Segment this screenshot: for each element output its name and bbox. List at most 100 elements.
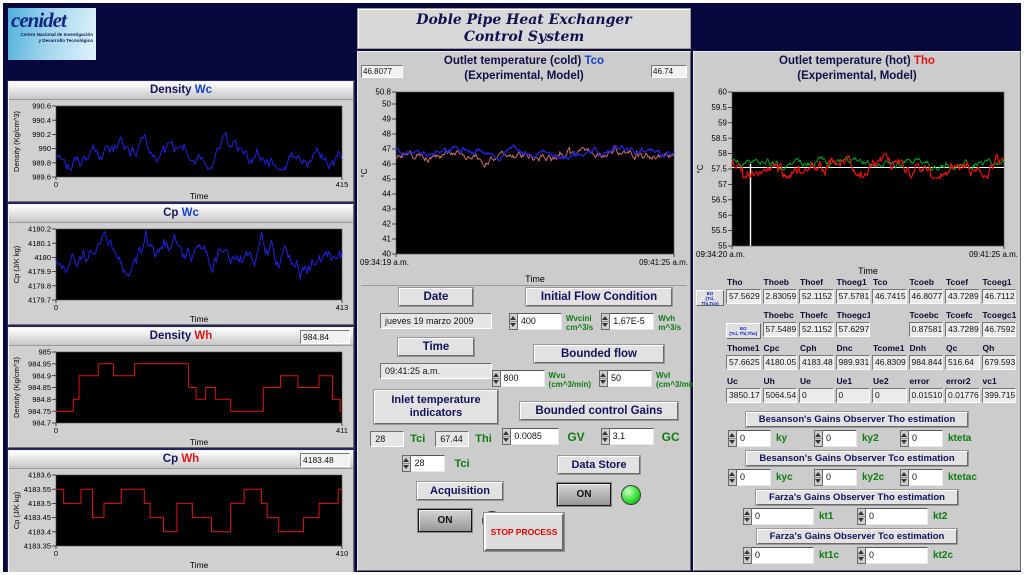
- spinner-value[interactable]: 0: [752, 508, 814, 525]
- ky2c-spinner[interactable]: 0: [814, 469, 857, 486]
- decrement-arrow-icon[interactable]: [858, 556, 865, 563]
- decrement-arrow-icon[interactable]: [901, 439, 908, 446]
- spinner-arrows[interactable]: [601, 313, 610, 330]
- spinner-value[interactable]: 0: [909, 469, 943, 486]
- spinner-arrows[interactable]: [728, 469, 737, 486]
- wvl-spinner[interactable]: 50: [599, 370, 652, 387]
- spinner-arrows[interactable]: [728, 430, 737, 447]
- decrement-arrow-icon[interactable]: [602, 437, 609, 444]
- svg-text:990: 990: [38, 144, 51, 153]
- increment-arrow-icon[interactable]: [901, 470, 908, 478]
- svg-text:Time: Time: [525, 274, 545, 284]
- spinner-value[interactable]: 0: [752, 547, 814, 564]
- spinner-value[interactable]: 0.0085: [511, 428, 559, 445]
- spinner-arrows[interactable]: [402, 455, 411, 472]
- kteta-spinner[interactable]: 0: [900, 430, 943, 447]
- decrement-arrow-icon[interactable]: [744, 556, 751, 563]
- increment-arrow-icon[interactable]: [602, 314, 609, 322]
- observer-title-farza-tho[interactable]: Farza's Gains Observer Tho estimation: [756, 490, 958, 505]
- increment-arrow-icon[interactable]: [600, 371, 607, 379]
- increment-arrow-icon[interactable]: [503, 429, 510, 437]
- spinner-value[interactable]: 50: [608, 370, 652, 387]
- kt2c-spinner[interactable]: 0: [857, 547, 928, 564]
- spinner-value[interactable]: 400: [518, 313, 562, 330]
- datastore-on-button[interactable]: ON: [557, 483, 611, 506]
- decrement-arrow-icon[interactable]: [744, 517, 751, 524]
- spinner-arrows[interactable]: [509, 313, 518, 330]
- spinner-arrows[interactable]: [814, 469, 823, 486]
- spinner-arrows[interactable]: [743, 508, 752, 525]
- increment-arrow-icon[interactable]: [858, 548, 865, 556]
- spinner-arrows[interactable]: [857, 547, 866, 564]
- spinner-arrows[interactable]: [599, 370, 608, 387]
- decrement-arrow-icon[interactable]: [729, 478, 736, 485]
- wvu-spinner[interactable]: 800: [492, 370, 545, 387]
- decrement-arrow-icon[interactable]: [901, 478, 908, 485]
- spinner-arrows[interactable]: [900, 469, 909, 486]
- increment-arrow-icon[interactable]: [744, 509, 751, 517]
- spinner-value[interactable]: 0: [866, 547, 928, 564]
- increment-arrow-icon[interactable]: [901, 431, 908, 439]
- eo-button[interactable]: EO(Tci, Thi,Tco): [696, 290, 724, 306]
- increment-arrow-icon[interactable]: [729, 470, 736, 478]
- increment-arrow-icon[interactable]: [815, 431, 822, 439]
- decrement-arrow-icon[interactable]: [815, 439, 822, 446]
- spinner-value[interactable]: 0: [823, 469, 857, 486]
- decrement-arrow-icon[interactable]: [600, 379, 607, 386]
- cp-wh-panel: 4183.48 Cp Wh 4183.64183.554183.54183.45…: [8, 450, 354, 573]
- spinner-arrows[interactable]: [814, 430, 823, 447]
- increment-arrow-icon[interactable]: [602, 429, 609, 437]
- decrement-arrow-icon[interactable]: [602, 322, 609, 329]
- increment-arrow-icon[interactable]: [403, 456, 410, 464]
- eo-button[interactable]: EO(Tci, Thi,Tho): [726, 323, 761, 339]
- kt1-spinner[interactable]: 0: [743, 508, 814, 525]
- kyc-spinner[interactable]: 0: [728, 469, 771, 486]
- decrement-arrow-icon[interactable]: [510, 322, 517, 329]
- kt1c-spinner[interactable]: 0: [743, 547, 814, 564]
- tci-setpoint-spinner[interactable]: 28: [402, 455, 445, 472]
- increment-arrow-icon[interactable]: [744, 548, 751, 556]
- decrement-arrow-icon[interactable]: [493, 379, 500, 386]
- spinner-value[interactable]: 0: [737, 430, 771, 447]
- spinner-value[interactable]: 0: [823, 430, 857, 447]
- increment-arrow-icon[interactable]: [510, 314, 517, 322]
- observer-gains-section: Besanson's Gains Observer Tho estimation…: [696, 412, 1018, 568]
- increment-arrow-icon[interactable]: [815, 470, 822, 478]
- decrement-arrow-icon[interactable]: [729, 439, 736, 446]
- observer-title-farza-tco[interactable]: Farza's Gains Observer Tco estimation: [757, 529, 958, 544]
- observer-title-besanson-tho[interactable]: Besanson's Gains Observer Tho estimation: [746, 412, 969, 427]
- wvcini-spinner[interactable]: 400: [509, 313, 562, 330]
- decrement-arrow-icon[interactable]: [503, 437, 510, 444]
- spinner-arrows[interactable]: [857, 508, 866, 525]
- gc-spinner[interactable]: 3.1: [601, 428, 654, 445]
- gv-spinner[interactable]: 0.0085: [502, 428, 559, 445]
- spinner-arrows[interactable]: [502, 428, 511, 445]
- spinner-arrows[interactable]: [492, 370, 501, 387]
- acquisition-on-button[interactable]: ON: [418, 509, 472, 532]
- stop-process-button[interactable]: STOP PROCESS: [484, 513, 564, 551]
- ktetac-spinner[interactable]: 0: [900, 469, 943, 486]
- increment-arrow-icon[interactable]: [729, 431, 736, 439]
- wvh-spinner[interactable]: 1.67E-5: [601, 313, 654, 330]
- spinner-arrows[interactable]: [743, 547, 752, 564]
- ky2-spinner[interactable]: 0: [814, 430, 857, 447]
- spinner-value[interactable]: 0: [737, 469, 771, 486]
- decrement-arrow-icon[interactable]: [858, 517, 865, 524]
- kt2-spinner[interactable]: 0: [857, 508, 928, 525]
- spinner-value[interactable]: 28: [411, 455, 445, 472]
- spinner-value[interactable]: 1.67E-5: [610, 313, 654, 330]
- spinner-arrows[interactable]: [601, 428, 610, 445]
- decrement-arrow-icon[interactable]: [403, 464, 410, 471]
- spinner-value[interactable]: 3.1: [610, 428, 654, 445]
- spinner-value[interactable]: 800: [501, 370, 545, 387]
- app-window: cenidet Centro Nacional de Investigación…: [0, 0, 1024, 575]
- observer-title-besanson-tco[interactable]: Besanson's Gains Observer Tco estimation: [746, 451, 967, 466]
- increment-arrow-icon[interactable]: [858, 509, 865, 517]
- increment-arrow-icon[interactable]: [493, 371, 500, 379]
- spinner-value[interactable]: 0: [909, 430, 943, 447]
- decrement-arrow-icon[interactable]: [815, 478, 822, 485]
- spinner-arrows[interactable]: [900, 430, 909, 447]
- ky-spinner[interactable]: 0: [728, 430, 771, 447]
- spinner-value[interactable]: 0: [866, 508, 928, 525]
- indicator-value-Thoeg1: 57.5781: [836, 289, 871, 304]
